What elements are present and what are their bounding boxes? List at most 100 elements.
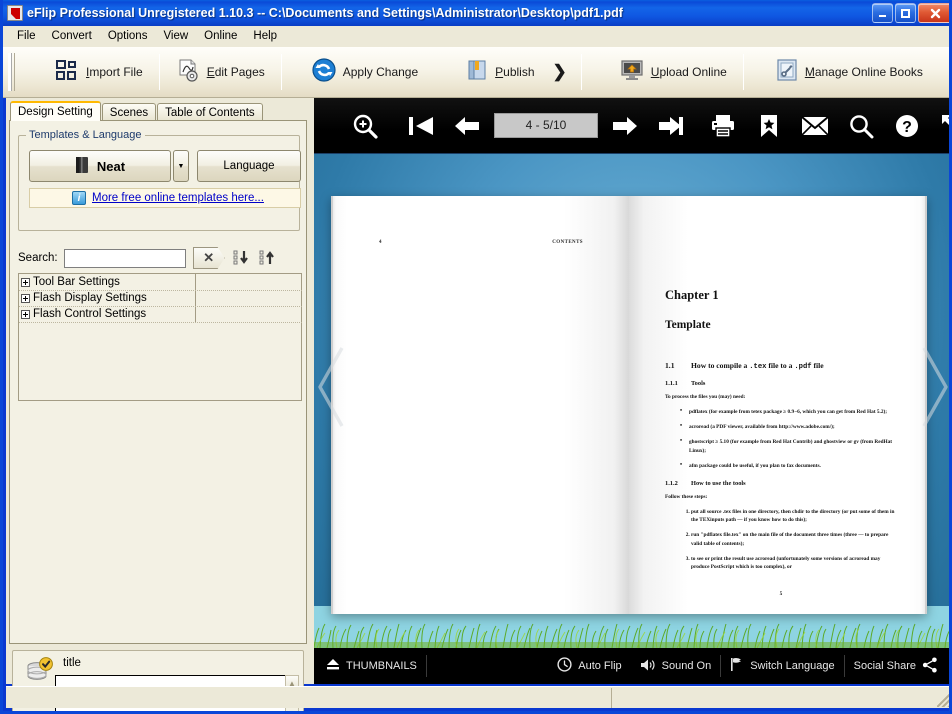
thumbnails-label: THUMBNAILS [346,660,417,672]
status-bar-right [612,688,949,708]
edit-pages-button[interactable]: Edit Pages [166,51,275,93]
property-name: Flash Display Settings [33,292,147,304]
sound-toggle-button[interactable]: Sound On [631,648,721,684]
title-bar: eFlip Professional Unregistered 1.10.3 -… [3,0,949,26]
previous-page-icon[interactable] [444,103,490,149]
email-icon[interactable] [792,103,838,149]
property-row-flash-control-settings[interactable]: Flash Control Settings [19,306,301,322]
section-heading: 1.1 How to compile a .tex file to a .pdf … [665,361,824,371]
tab-design-setting[interactable]: Design Setting [10,101,101,121]
more-templates-link[interactable]: More free online templates here... [92,192,264,204]
left-page-folio: 4 [379,240,382,245]
property-row-flash-display-settings[interactable]: Flash Display Settings [19,290,301,306]
settings-property-grid[interactable]: Tool Bar Settings Flash Display Settings… [18,273,303,401]
zoom-in-icon[interactable] [342,103,388,149]
previous-page-chevron-icon[interactable] [314,344,352,430]
property-name: Flash Control Settings [33,308,147,320]
thumbnails-up-icon [326,658,340,674]
right-page-folio: 5 [779,591,783,598]
close-button[interactable] [918,3,949,23]
search-label: Search: [18,252,58,264]
publish-label: Publish [495,65,535,79]
flipbook-bottom-bar: THUMBNAILS Auto Flip Sound On Switch Lan… [314,648,949,684]
design-setting-tab-panel: Templates & Language Neat ▼ Language i M… [9,120,307,644]
search-row: Search: ✕ [18,245,300,271]
edit-pages-icon [176,58,200,87]
next-page-icon[interactable] [602,103,648,149]
page-indicator-input[interactable]: 4 - 5/10 [494,113,598,138]
last-page-icon[interactable] [648,103,694,149]
auto-flip-button[interactable]: Auto Flip [548,648,630,684]
list-item: run "pdflatex file.tex" on the main file… [691,531,897,547]
minimize-button[interactable] [872,3,893,23]
menu-item-options[interactable]: Options [100,28,156,44]
template-dropdown-button[interactable]: ▼ [173,150,189,182]
upload-online-button[interactable]: Upload Online [610,51,737,93]
upload-online-label: Upload Online [650,65,727,79]
expand-icon[interactable] [21,277,30,287]
template-select-button[interactable]: Neat [29,150,171,182]
window-title-path: C:\Documents and Settings\Administrator\… [268,6,623,20]
publish-more-chevron-icon[interactable]: ❯ [545,62,575,82]
template-book-icon [75,156,89,177]
subsection-heading-tools: 1.1.1 Tools [665,380,706,387]
expand-icon[interactable] [21,293,30,303]
resize-grip-icon[interactable] [937,692,949,707]
window-controls [872,3,949,23]
sort-descending-button[interactable] [233,249,251,267]
close-icon: ✕ [203,250,215,265]
import-file-icon [55,58,79,87]
search-icon[interactable] [838,103,884,149]
publish-button[interactable]: Publish [456,51,544,93]
maximize-button[interactable] [895,3,916,23]
chapter-heading: Chapter 1 [665,288,719,302]
sort-ascending-button[interactable] [259,249,277,267]
menu-item-convert[interactable]: Convert [44,28,100,44]
property-row-toolbar-settings[interactable]: Tool Bar Settings [19,274,301,290]
print-icon[interactable] [700,103,746,149]
templates-language-group: Templates & Language Neat ▼ Language i M… [18,129,301,231]
book-page-right[interactable]: Chapter 1 Template 1.1 How to compile a .… [629,196,927,614]
switch-language-label: Switch Language [750,660,835,672]
sound-on-icon [640,658,656,675]
steps-list: put all source .tex files in one directo… [665,508,897,571]
help-icon[interactable]: ? [884,103,930,149]
language-button[interactable]: Language [197,150,301,182]
next-page-chevron-icon[interactable] [914,344,949,430]
templates-language-group-title: Templates & Language [26,129,145,141]
manage-online-books-button[interactable]: Manage Online Books [766,51,933,93]
clock-icon [557,657,572,675]
apply-change-icon [312,57,336,87]
steps-intro: Follow these steps: [665,494,708,501]
application-window: eFlip Professional Unregistered 1.10.3 -… [0,0,952,714]
status-bar-left [6,687,612,708]
manage-online-books-icon [776,58,798,86]
menu-item-file[interactable]: File [9,28,44,44]
social-share-label: Social Share [853,660,916,672]
property-column-splitter[interactable] [195,274,196,322]
menu-item-help[interactable]: Help [245,28,285,44]
list-item: ghostscript ≥ 5.10 (for example from Red… [680,437,897,454]
apply-change-button[interactable]: Apply Change [302,51,428,93]
language-button-label: Language [223,160,275,172]
search-input[interactable] [63,248,186,268]
switch-language-button[interactable]: Switch Language [721,648,843,684]
book-page-left[interactable]: 4 CONTENTS [331,196,629,614]
flipbook-spread[interactable]: 4 CONTENTS Chapter 1 Template 1.1 How to … [331,196,927,614]
more-templates-bar[interactable]: i More free online templates here... [29,188,301,208]
fullscreen-icon[interactable] [930,103,949,149]
menu-item-online[interactable]: Online [196,28,245,44]
bookmark-icon[interactable] [746,103,792,149]
upload-online-icon [620,59,644,86]
social-share-button[interactable]: Social Share [845,648,949,684]
expand-icon[interactable] [21,309,30,319]
menu-item-view[interactable]: View [155,28,196,44]
import-file-button[interactable]: Import File [45,51,153,93]
thumbnails-button[interactable]: THUMBNAILS [314,648,426,684]
toolbar-grip[interactable] [8,53,15,91]
first-page-icon[interactable] [398,103,444,149]
list-item: to see or print the result use acroread … [691,555,897,571]
toolbar-separator-2 [280,54,282,90]
clear-search-button[interactable]: ✕ [192,247,225,269]
list-item: pdflatex (for example from tetex package… [680,407,897,417]
